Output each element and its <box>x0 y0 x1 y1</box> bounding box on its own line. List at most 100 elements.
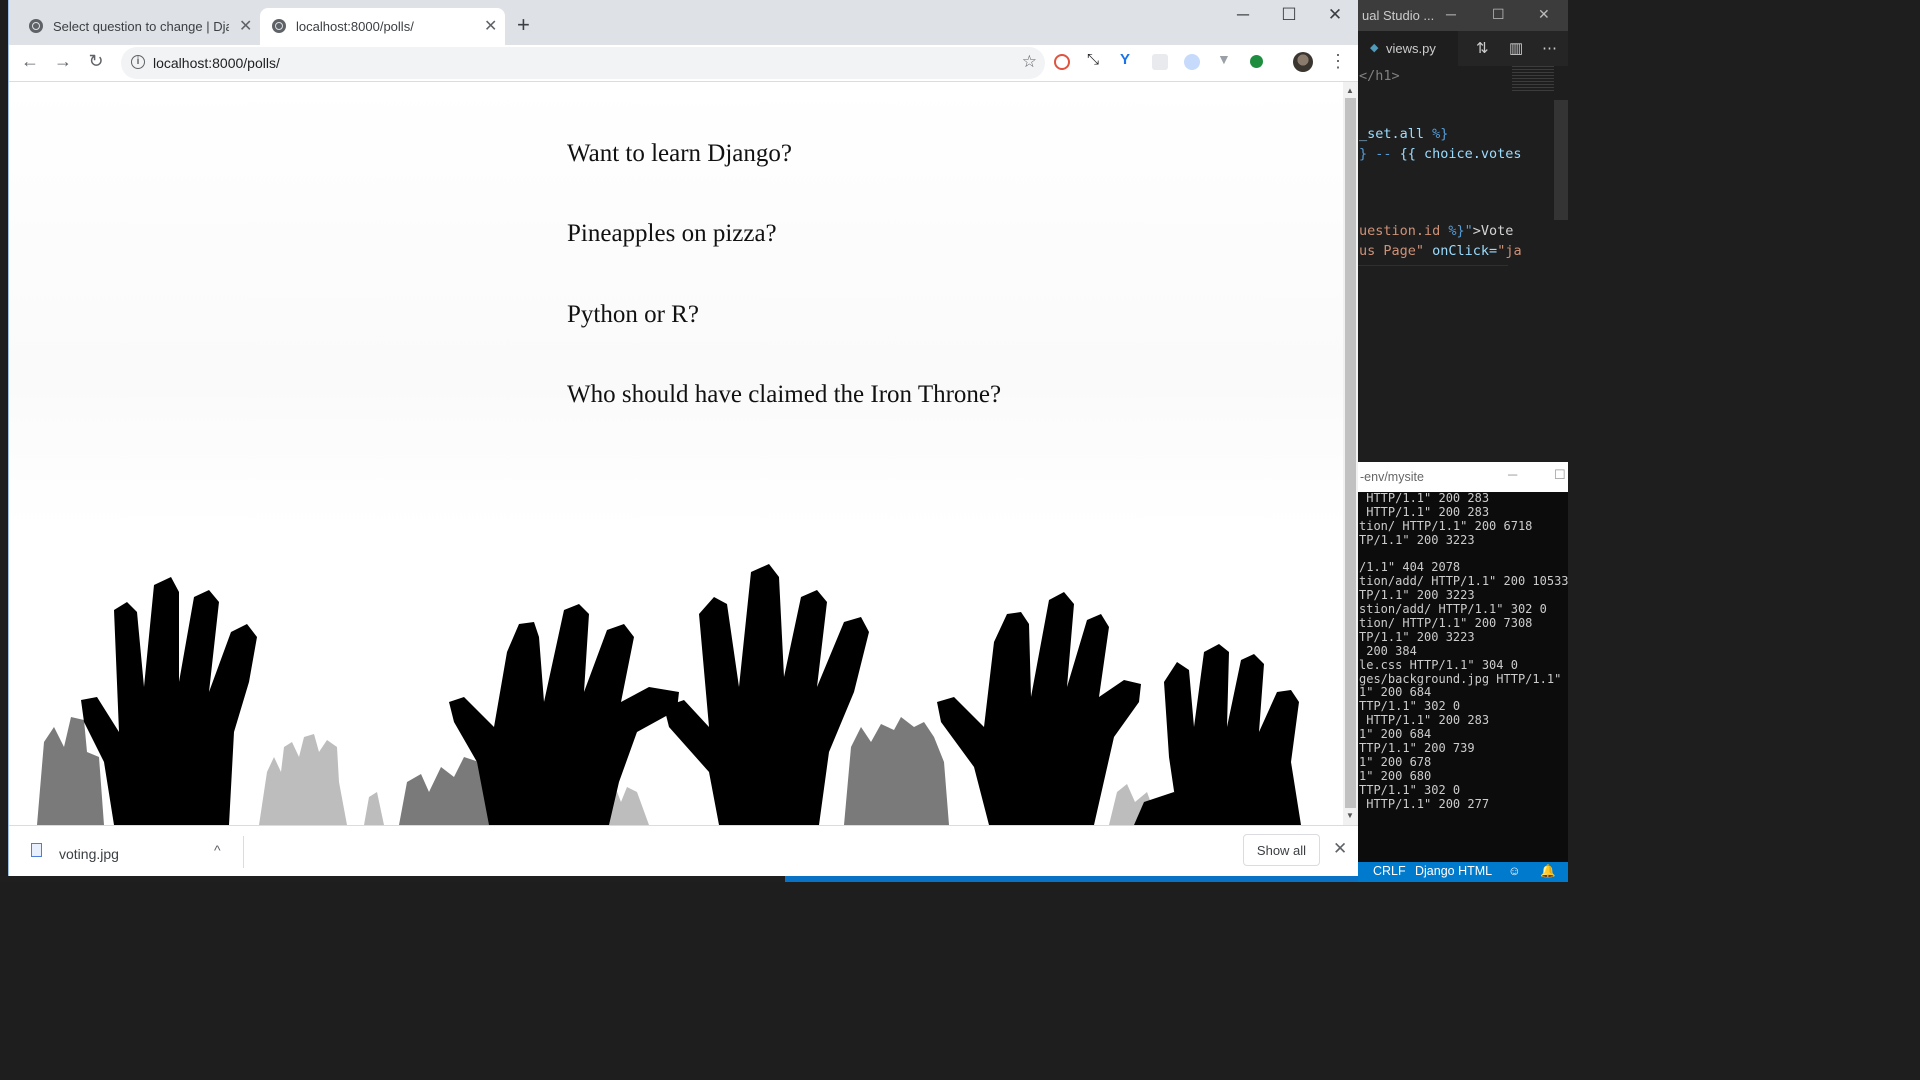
eol-indicator[interactable]: CRLF <box>1373 864 1406 878</box>
extension-v-blue-icon[interactable]: Y <box>1120 51 1136 68</box>
editor-scrollbar[interactable] <box>1554 100 1568 220</box>
site-info-icon[interactable]: i <box>131 55 145 69</box>
download-file-name[interactable]: voting.jpg <box>59 846 119 862</box>
vscode-close-icon[interactable]: ✕ <box>1538 6 1550 23</box>
terminal-line: 1" 200 678 <box>1359 754 1432 769</box>
terminal-line: 1" 200 680 <box>1359 768 1432 783</box>
terminal-line: TP/1.1" 200 3223 <box>1359 588 1475 603</box>
bookmark-star-icon[interactable]: ☆ <box>1022 52 1037 72</box>
tab-django-admin[interactable]: Select question to change | Djang ✕ <box>17 8 260 45</box>
code-token: onClick= <box>1424 243 1498 259</box>
vscode-tabs: ◆ views.py ⇅ ▥ ⋯ <box>1358 31 1568 66</box>
profile-avatar[interactable] <box>1293 52 1313 72</box>
extension-v-grey-icon[interactable]: ▼ <box>1217 51 1233 67</box>
code-token: %} <box>1432 126 1449 142</box>
code-token: uestion.id <box>1359 223 1449 239</box>
extension-blue-circle-icon[interactable] <box>1184 54 1200 70</box>
code-line: } -- {{ choice.votes <box>1359 146 1522 162</box>
tab-close-icon[interactable]: ✕ <box>484 16 497 36</box>
extension-grey-icon[interactable] <box>1152 54 1168 70</box>
close-icon[interactable]: ✕ <box>1312 5 1358 25</box>
forward-button[interactable]: → <box>49 51 77 72</box>
terminal-line: 1" 200 684 <box>1359 685 1432 700</box>
extension-red-icon[interactable] <box>1054 54 1070 70</box>
reload-button[interactable]: ↻ <box>82 51 110 72</box>
terminal-output: HTTP/1.1" 200 283 HTTP/1.1" 200 283 tion/… <box>1359 491 1568 811</box>
terminal-line: tion/ HTTP/1.1" 200 7308 <box>1359 616 1533 631</box>
tab-close-icon[interactable]: ✕ <box>239 16 252 36</box>
code-token: </h1> <box>1359 68 1400 84</box>
browser-toolbar: ← → ↻ i localhost:8000/polls/ ☆ ⤡ Y ▼ ⋮ <box>9 45 1358 82</box>
download-bar: voting.jpg ^ Show all ✕ <box>9 825 1358 876</box>
poll-question-link[interactable]: Want to learn Django? <box>567 140 792 168</box>
maximize-icon[interactable]: ☐ <box>1266 5 1312 25</box>
terminal-line: TTP/1.1" 302 0 <box>1359 782 1461 797</box>
code-line: _set.all %} <box>1359 126 1448 142</box>
tab-polls[interactable]: localhost:8000/polls/ ✕ <box>260 8 505 45</box>
vscode-window: ual Studio ... ─ ☐ ✕ ◆ views.py ⇅ ▥ ⋯ </… <box>1358 0 1568 462</box>
terminal-titlebar: -env/mysite ─ ☐ <box>1358 462 1568 492</box>
minimap[interactable] <box>1512 66 1554 92</box>
terminal-window: -env/mysite ─ ☐ HTTP/1.1" 200 283 HTTP/1… <box>1358 462 1568 862</box>
download-divider <box>243 836 244 868</box>
poll-question-link[interactable]: Pineapples on pizza? <box>567 220 777 248</box>
back-button[interactable]: ← <box>16 51 44 72</box>
chevron-up-icon[interactable]: ^ <box>214 842 221 858</box>
scrollbar-thumb[interactable] <box>1345 98 1356 808</box>
globe-icon <box>29 19 43 33</box>
extension-arrows-icon[interactable]: ⤡ <box>1087 51 1103 68</box>
terminal-line: 200 384 <box>1359 643 1417 658</box>
language-mode[interactable]: Django HTML <box>1415 864 1492 878</box>
vscode-tab-views-py[interactable]: ◆ views.py <box>1358 31 1458 66</box>
raised-hands-background-image <box>37 564 1301 825</box>
page-scrollbar[interactable]: ▲ ▼ <box>1343 82 1358 825</box>
terminal-line: tion/add/ HTTP/1.1" 200 10533 <box>1359 574 1568 589</box>
vscode-maximize-icon[interactable]: ☐ <box>1492 6 1505 23</box>
vscode-minimize-icon[interactable]: ─ <box>1446 6 1456 22</box>
more-actions-icon[interactable]: ⋯ <box>1542 39 1557 57</box>
code-token: {{ choice.votes <box>1399 146 1522 162</box>
poll-question-link[interactable]: Python or R? <box>567 301 699 329</box>
tab-title: localhost:8000/polls/ <box>296 19 414 34</box>
download-bar-close-icon[interactable]: ✕ <box>1333 839 1347 859</box>
code-token: us Page" <box>1359 243 1425 259</box>
vscode-statusbar: CRLF Django HTML ☺ 🔔 <box>1358 862 1568 882</box>
show-all-button[interactable]: Show all <box>1243 834 1320 866</box>
scroll-down-icon[interactable]: ▼ <box>1346 811 1354 820</box>
code-token: _set.all <box>1359 126 1433 142</box>
terminal-line: ges/background.jpg HTTP/1.1" <box>1359 671 1562 686</box>
code-line: uestion.id %}">Vote <box>1359 223 1513 239</box>
hands-dark-layer <box>81 564 1301 825</box>
code-line: us Page" onClick="ja <box>1359 243 1522 259</box>
vscode-title: ual Studio ... <box>1362 8 1435 23</box>
tab-title: Select question to change | Djang <box>53 19 229 34</box>
code-line: </h1> <box>1359 68 1400 84</box>
open-changes-icon[interactable]: ⇅ <box>1476 39 1489 57</box>
code-token: } -- <box>1359 146 1400 162</box>
scroll-up-icon[interactable]: ▲ <box>1346 86 1354 95</box>
terminal-maximize-icon[interactable]: ☐ <box>1554 467 1566 483</box>
code-token: "ja <box>1497 243 1522 259</box>
feedback-smiley-icon[interactable]: ☺ <box>1508 864 1521 878</box>
split-editor-icon[interactable]: ▥ <box>1509 39 1523 57</box>
url-text[interactable]: localhost:8000/polls/ <box>153 55 280 71</box>
extension-green-dot-icon[interactable] <box>1250 55 1263 68</box>
terminal-line: stion/add/ HTTP/1.1" 302 0 <box>1359 602 1547 617</box>
taskbar-strip <box>0 876 1358 882</box>
terminal-line: 1" 200 684 <box>1359 727 1432 742</box>
new-tab-button[interactable]: + <box>517 12 530 38</box>
editor-divider <box>1358 265 1508 266</box>
terminal-minimize-icon[interactable]: ─ <box>1508 467 1517 482</box>
vscode-titlebar: ual Studio ... ─ ☐ ✕ <box>1358 0 1568 31</box>
terminal-line: TTP/1.1" 302 0 <box>1359 699 1461 714</box>
notifications-bell-icon[interactable]: 🔔 <box>1540 864 1556 879</box>
address-bar[interactable]: i localhost:8000/polls/ ☆ <box>121 47 1045 79</box>
terminal-line: tion/ HTTP/1.1" 200 6718 <box>1359 518 1533 533</box>
browser-menu-icon[interactable]: ⋮ <box>1329 51 1347 72</box>
terminal-line: /1.1" 404 2078 <box>1359 560 1461 575</box>
minimize-icon[interactable]: ─ <box>1220 5 1266 25</box>
terminal-line: HTTP/1.1" 200 277 <box>1359 796 1490 811</box>
image-file-icon <box>31 843 42 857</box>
page-viewport: Want to learn Django? Pineapples on pizz… <box>9 82 1343 825</box>
poll-question-link[interactable]: Who should have claimed the Iron Throne? <box>567 381 1001 409</box>
